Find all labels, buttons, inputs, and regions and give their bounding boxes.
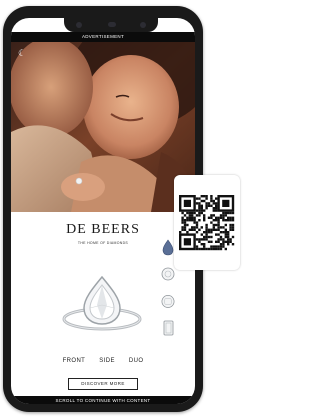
- cushion-shape-icon[interactable]: [161, 292, 175, 310]
- phone-screen: ADVERTISEMENT ☾ DE BEERS THE HOME OF DIA…: [11, 18, 195, 404]
- sensor-dot: [140, 22, 146, 28]
- pear-shape-icon[interactable]: [161, 238, 175, 256]
- ring-image[interactable]: [61, 273, 143, 340]
- phone-frame: ADVERTISEMENT ☾ DE BEERS THE HOME OF DIA…: [3, 6, 203, 412]
- brand-logo: DE BEERS: [66, 222, 140, 237]
- view-front-button[interactable]: FRONT: [63, 358, 86, 364]
- advertisement-label: ADVERTISEMENT: [11, 32, 195, 42]
- scroll-to-continue-label: SCROLL TO CONTINUE WITH CONTENT: [11, 396, 195, 404]
- qr-code-icon[interactable]: [174, 175, 240, 270]
- emerald-shape-icon[interactable]: [161, 319, 175, 337]
- speaker-icon: [108, 22, 116, 27]
- phone-notch: [64, 18, 158, 32]
- view-toggle: FRONT SIDE DUO: [11, 358, 195, 364]
- round-shape-icon[interactable]: [161, 265, 175, 283]
- camera-dot: [76, 22, 82, 28]
- discover-more-button[interactable]: DISCOVER MORE: [68, 378, 138, 390]
- close-icon[interactable]: ☾: [17, 48, 27, 58]
- hero-image-couple: ☾: [11, 42, 195, 212]
- view-duo-button[interactable]: DUO: [129, 358, 144, 364]
- view-side-button[interactable]: SIDE: [99, 358, 115, 364]
